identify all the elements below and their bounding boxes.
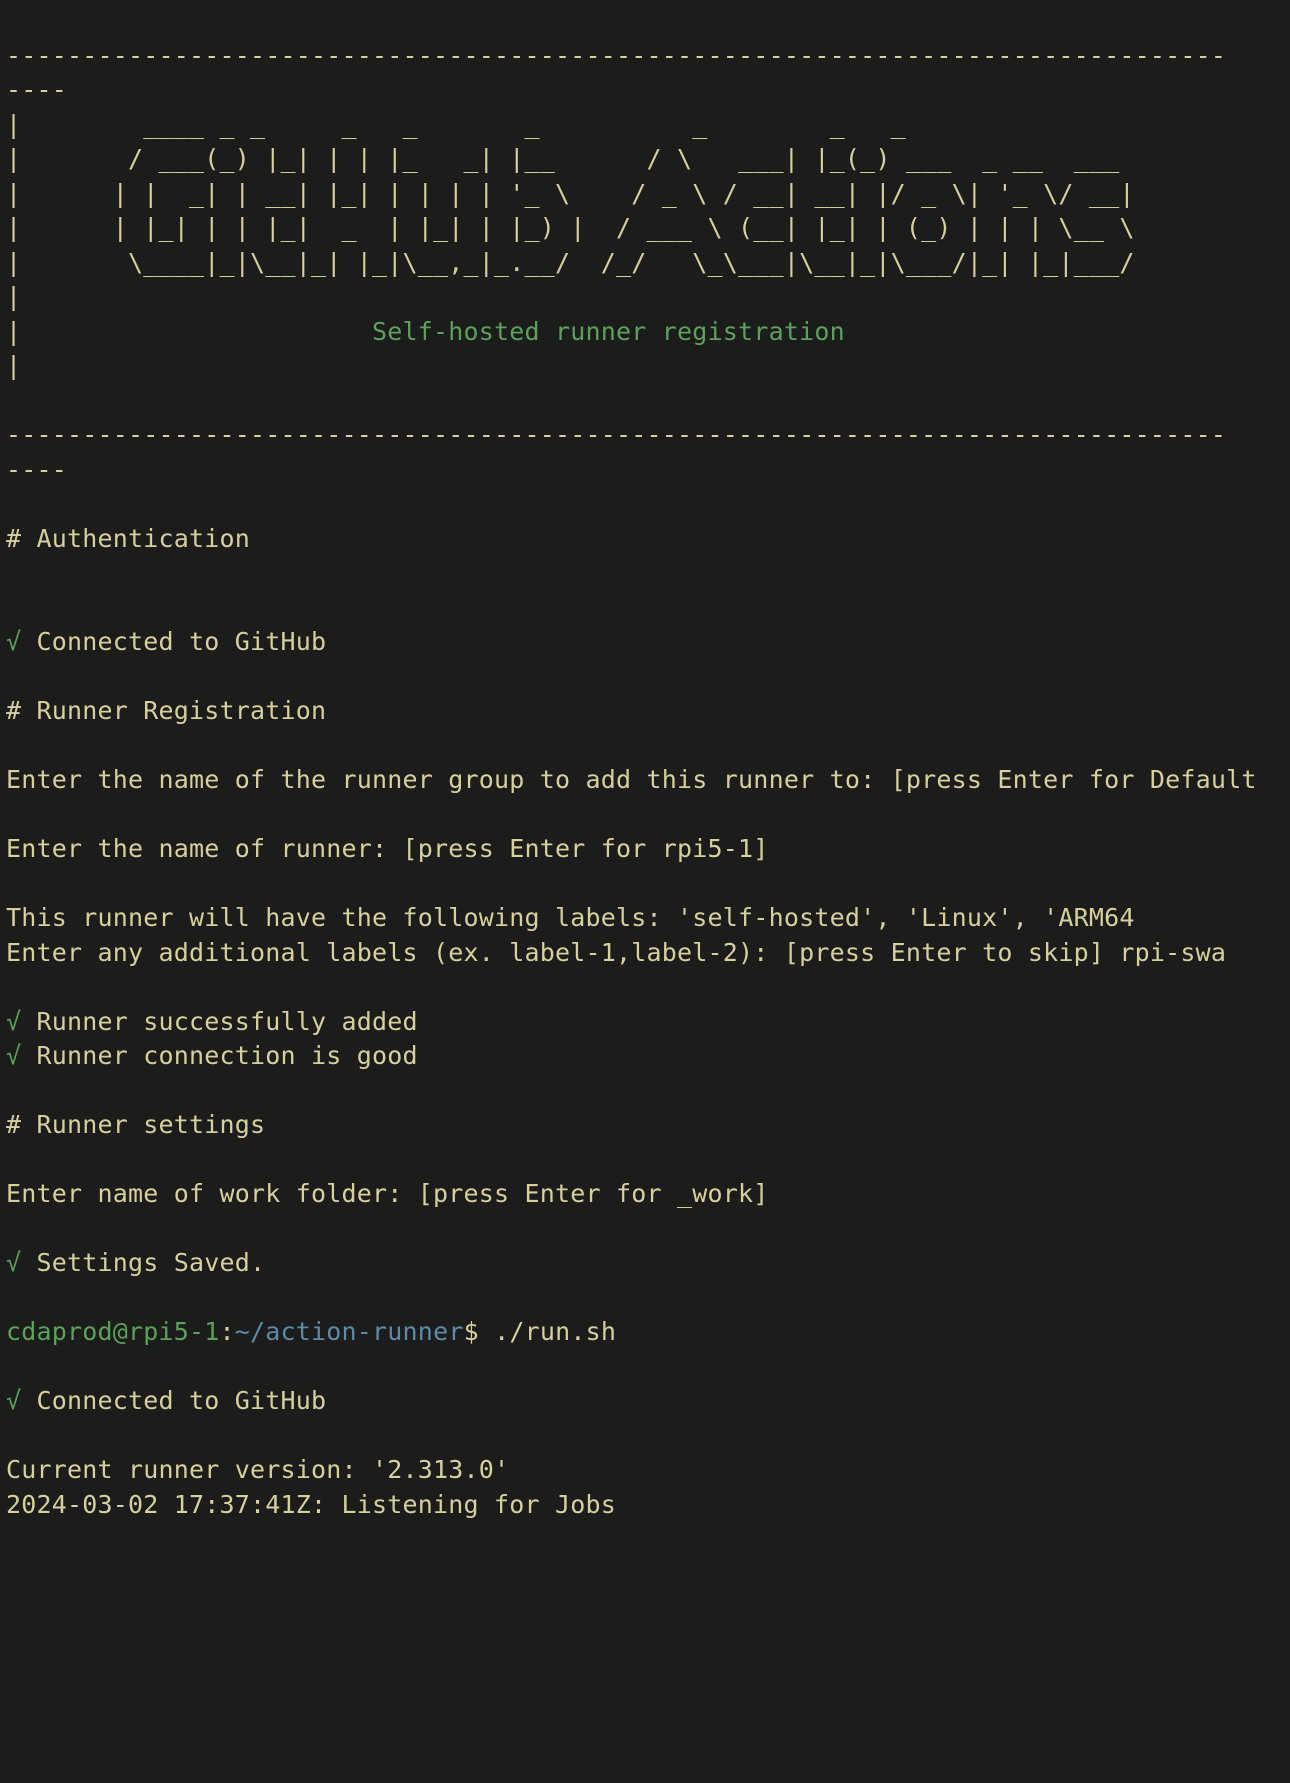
- ascii-art-line: | | | _| | __| |_| | | | | '_ \ / _ \ / …: [6, 179, 1135, 208]
- check-icon: √: [6, 1386, 21, 1415]
- banner-divider-top-wrap: ----: [6, 75, 67, 104]
- prompt-additional-labels: Enter any additional labels (ex. label-1…: [6, 938, 1226, 967]
- check-icon: √: [6, 1007, 21, 1036]
- listening-status: 2024-03-02 17:37:41Z: Listening for Jobs: [6, 1490, 616, 1519]
- ascii-art-line: | ____ _ _ _ _ _ _ _ _: [6, 110, 906, 139]
- ascii-art-line: | \____|_|\__|_| |_|\__,_|_.__/ /_/ \_\_…: [6, 248, 1135, 277]
- prompt-dollar: $: [464, 1317, 495, 1346]
- banner-divider-top: ----------------------------------------…: [6, 41, 1226, 70]
- prompt-work-folder: Enter name of work folder: [press Enter …: [6, 1179, 769, 1208]
- labels-info-line: This runner will have the following labe…: [6, 903, 1135, 932]
- banner-divider-bottom: ----------------------------------------…: [6, 420, 1226, 449]
- status-connected-github: Connected to GitHub: [21, 627, 326, 656]
- prompt-runner-group: Enter the name of the runner group to ad…: [6, 765, 1257, 794]
- status-connection-good: Runner connection is good: [21, 1041, 418, 1070]
- terminal-output[interactable]: ----------------------------------------…: [0, 0, 1290, 1522]
- banner-divider-bottom-wrap: ----: [6, 455, 67, 484]
- ascii-art-line: | | |_| | | |_| _ | |_| | |_) | / ___ \ …: [6, 213, 1135, 242]
- ascii-art-line: |: [6, 351, 21, 380]
- check-icon: √: [6, 1248, 21, 1277]
- runner-version: Current runner version: '2.313.0': [6, 1455, 509, 1484]
- ascii-art-line: | / ___(_) |_| | | |_ _| |__ / \ ___| |_…: [6, 144, 1119, 173]
- command-input[interactable]: ./run.sh: [494, 1317, 616, 1346]
- section-header-authentication: # Authentication: [6, 524, 250, 553]
- banner-title: Self-hosted runner registration: [372, 317, 845, 346]
- section-header-runner-registration: # Runner Registration: [6, 696, 326, 725]
- prompt-user-host: cdaprod@rpi5-1: [6, 1317, 220, 1346]
- status-settings-saved: Settings Saved.: [21, 1248, 265, 1277]
- check-icon: √: [6, 1041, 21, 1070]
- section-header-runner-settings: # Runner settings: [6, 1110, 265, 1139]
- check-icon: √: [6, 627, 21, 656]
- prompt-colon: :: [220, 1317, 235, 1346]
- status-runner-added: Runner successfully added: [21, 1007, 418, 1036]
- prompt-runner-name: Enter the name of runner: [press Enter f…: [6, 834, 769, 863]
- ascii-art-prefix: |: [6, 317, 372, 346]
- status-connected-github: Connected to GitHub: [21, 1386, 326, 1415]
- ascii-art-line: |: [6, 282, 21, 311]
- prompt-cwd: ~/action-runner: [235, 1317, 464, 1346]
